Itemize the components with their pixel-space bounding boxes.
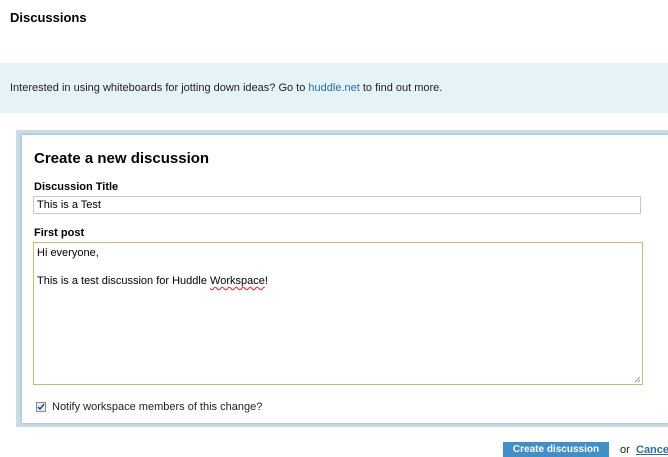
cancel-link[interactable]: Cancel bbox=[636, 444, 668, 456]
post-line: Hi everyone, bbox=[37, 247, 99, 259]
create-discussion-button[interactable]: Create discussion bbox=[503, 442, 609, 457]
form-heading: Create a new discussion bbox=[34, 150, 210, 167]
or-separator: or bbox=[620, 444, 630, 456]
post-line: This is a test discussion for Huddle Wor… bbox=[37, 274, 639, 288]
huddle-link[interactable]: huddle.net bbox=[308, 82, 359, 94]
page-title: Discussions bbox=[10, 10, 87, 25]
notify-checkbox[interactable] bbox=[36, 402, 46, 412]
misspelled-word: Workspace bbox=[210, 275, 265, 287]
first-post-label: First post bbox=[34, 227, 85, 239]
post-text: This is a test discussion for Huddle bbox=[37, 275, 211, 287]
notify-label: Notify workspace members of this change? bbox=[52, 401, 263, 413]
discussion-title-label: Discussion Title bbox=[34, 181, 119, 193]
discussion-title-input[interactable] bbox=[33, 196, 641, 214]
notify-option: Notify workspace members of this change? bbox=[36, 401, 262, 413]
banner-text: Interested in using whiteboards for jott… bbox=[10, 82, 309, 94]
info-banner: Interested in using whiteboards for jott… bbox=[0, 63, 668, 113]
banner-text-end: to find out more. bbox=[359, 82, 443, 94]
first-post-textarea[interactable]: Hi everyone, This is a test discussion f… bbox=[33, 242, 643, 385]
resize-grip-icon[interactable] bbox=[634, 376, 641, 383]
post-text-end: ! bbox=[264, 275, 268, 287]
checkmark-icon bbox=[37, 403, 45, 411]
